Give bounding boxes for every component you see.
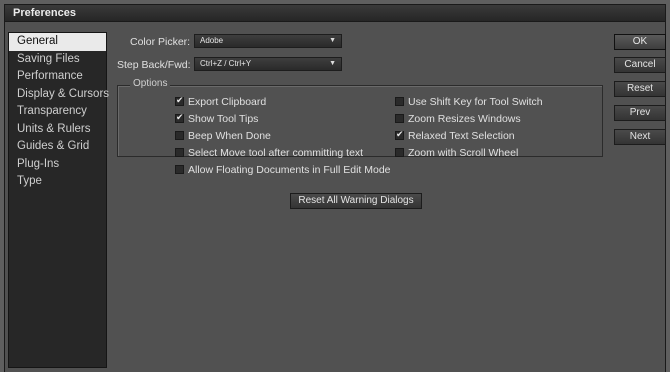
sidebar-item-plug-ins[interactable]: Plug-Ins [9, 156, 106, 174]
checkmark-icon: ✔ [396, 128, 404, 139]
beep-when-done-checkbox[interactable]: Beep When Done [175, 130, 271, 142]
zoom-resizes-windows-checkbox[interactable]: Zoom Resizes Windows [395, 113, 521, 125]
chevron-down-icon: ▼ [329, 37, 336, 44]
next-button[interactable]: Next [614, 129, 666, 145]
color-picker-select[interactable]: Adobe ▼ [194, 34, 342, 48]
use-shift-key-checkbox[interactable]: Use Shift Key for Tool Switch [395, 96, 543, 108]
ok-button[interactable]: OK [614, 34, 666, 50]
sidebar-item-general[interactable]: General [9, 33, 106, 51]
cancel-button[interactable]: Cancel [614, 57, 666, 73]
show-tool-tips-checkbox[interactable]: ✔ Show Tool Tips [175, 111, 258, 125]
sidebar-item-performance[interactable]: Performance [9, 68, 106, 86]
reset-all-warning-dialogs-button[interactable]: Reset All Warning Dialogs [290, 193, 422, 209]
window-title: Preferences [13, 7, 76, 19]
step-back-fwd-label: Step Back/Fwd: [117, 59, 191, 71]
sidebar-item-display-cursors[interactable]: Display & Cursors [9, 86, 109, 104]
sidebar-item-units-rulers[interactable]: Units & Rulers [9, 121, 106, 139]
select-move-tool-checkbox[interactable]: Select Move tool after committing text [175, 147, 363, 159]
options-legend: Options [130, 78, 171, 89]
export-clipboard-checkbox[interactable]: ✔ Export Clipboard [175, 94, 266, 108]
step-back-fwd-select[interactable]: Ctrl+Z / Ctrl+Y ▼ [194, 57, 342, 71]
sidebar-item-type[interactable]: Type [9, 173, 106, 191]
relaxed-text-selection-checkbox[interactable]: ✔ Relaxed Text Selection [395, 128, 515, 142]
prev-button[interactable]: Prev [614, 105, 666, 121]
title-bar: Preferences [4, 4, 666, 22]
chevron-down-icon: ▼ [329, 60, 336, 67]
allow-floating-documents-checkbox[interactable]: Allow Floating Documents in Full Edit Mo… [175, 164, 391, 176]
category-list: General Saving Files Performance Display… [8, 32, 109, 368]
color-picker-value: Adobe [200, 36, 224, 45]
step-back-fwd-value: Ctrl+Z / Ctrl+Y [200, 59, 252, 68]
checkmark-icon: ✔ [176, 111, 184, 122]
zoom-with-scroll-wheel-checkbox[interactable]: Zoom with Scroll Wheel [395, 147, 518, 159]
sidebar-item-transparency[interactable]: Transparency [9, 103, 106, 121]
color-picker-label: Color Picker: [130, 36, 191, 48]
sidebar-item-guides-grid[interactable]: Guides & Grid [9, 138, 106, 156]
checkmark-icon: ✔ [176, 94, 184, 105]
sidebar-item-saving-files[interactable]: Saving Files [9, 51, 106, 69]
reset-button[interactable]: Reset [614, 81, 666, 97]
